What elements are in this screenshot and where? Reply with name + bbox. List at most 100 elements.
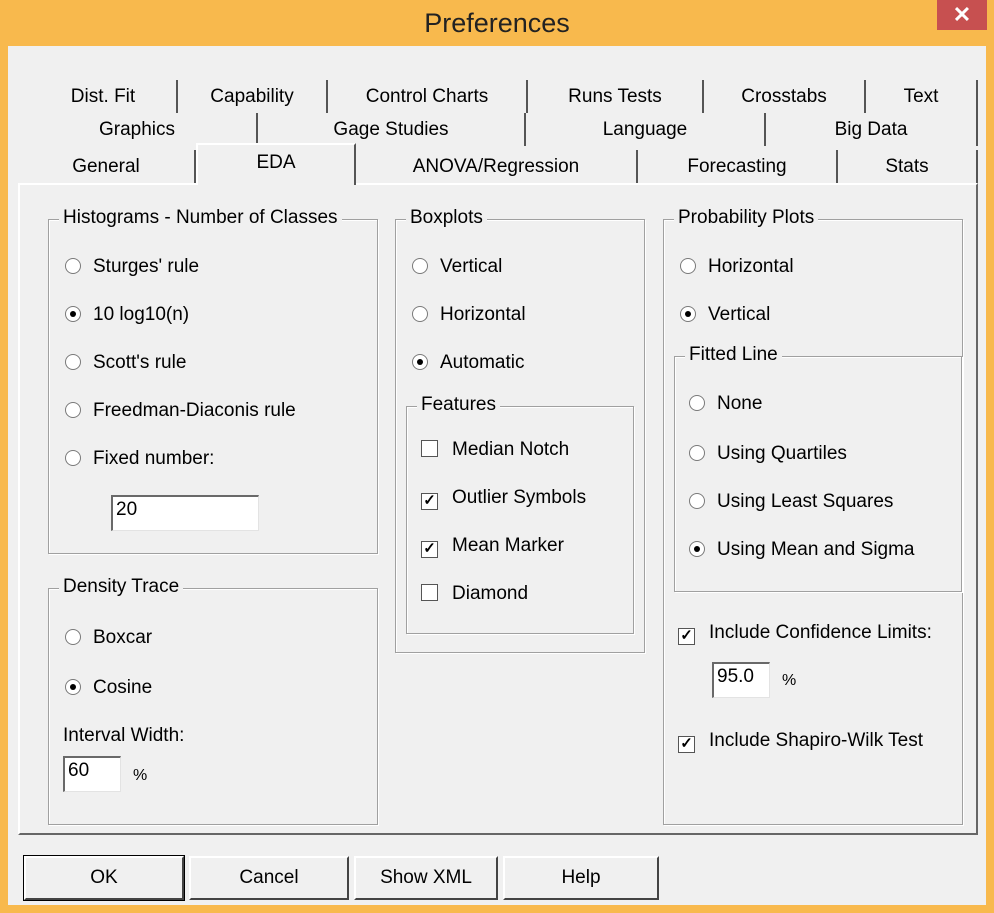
checkbox[interactable]: ✓ bbox=[421, 493, 438, 510]
check-outlier-symbols[interactable]: ✓ Outlier Symbols bbox=[421, 485, 586, 511]
checkbox[interactable]: ✓ bbox=[678, 736, 695, 753]
close-button[interactable]: ✕ bbox=[937, 0, 987, 30]
radio-scott[interactable]: Scott's rule bbox=[65, 350, 186, 376]
radio-fitted-least-squares[interactable]: Using Least Squares bbox=[689, 489, 893, 515]
radio-button[interactable] bbox=[689, 395, 705, 411]
radio-label: Horizontal bbox=[708, 256, 794, 277]
probability-plots-group: Probability Plots Horizontal Vertical Fi… bbox=[663, 207, 963, 825]
tab-gage-studies[interactable]: Gage Studies bbox=[258, 113, 526, 146]
radio-button[interactable] bbox=[65, 354, 81, 370]
tab-eda[interactable]: EDA bbox=[196, 143, 356, 185]
interval-width-label: Interval Width: bbox=[63, 725, 185, 746]
radio-button[interactable] bbox=[65, 450, 81, 466]
radio-label: Using Least Squares bbox=[717, 491, 894, 512]
tab-control: Dist. Fit Capability Control Charts Runs… bbox=[18, 74, 980, 835]
histograms-group: Histograms - Number of Classes Sturges' … bbox=[48, 207, 378, 554]
radio-boxplot-vertical[interactable]: Vertical bbox=[412, 254, 502, 280]
checkbox-label: Mean Marker bbox=[452, 535, 564, 556]
tab-capability[interactable]: Capability bbox=[178, 80, 328, 113]
radio-label: None bbox=[717, 393, 763, 414]
radio-fitted-mean-sigma[interactable]: Using Mean and Sigma bbox=[689, 537, 915, 563]
radio-fixed-number[interactable]: Fixed number: bbox=[65, 446, 214, 472]
radio-button[interactable] bbox=[689, 493, 705, 509]
tab-general[interactable]: General bbox=[18, 150, 196, 183]
probability-plots-legend: Probability Plots bbox=[674, 207, 819, 229]
radio-button[interactable] bbox=[65, 402, 81, 418]
tab-big-data[interactable]: Big Data bbox=[766, 113, 978, 146]
radio-button[interactable] bbox=[65, 306, 81, 322]
check-median-notch[interactable]: Median Notch bbox=[421, 437, 569, 463]
radio-label: Boxcar bbox=[93, 627, 153, 648]
radio-label: 10 log10(n) bbox=[93, 304, 190, 325]
eda-tab-panel: Histograms - Number of Classes Sturges' … bbox=[18, 183, 978, 835]
tab-stats[interactable]: Stats bbox=[838, 150, 978, 183]
interval-width-input[interactable]: 60 bbox=[63, 756, 121, 792]
check-confidence-limits[interactable]: ✓ Include Confidence Limits: bbox=[678, 620, 932, 646]
checkbox[interactable] bbox=[421, 440, 438, 457]
help-button[interactable]: Help bbox=[503, 856, 659, 900]
radio-freedman-diaconis[interactable]: Freedman-Diaconis rule bbox=[65, 398, 296, 424]
checkbox[interactable]: ✓ bbox=[678, 628, 695, 645]
fixed-number-input[interactable]: 20 bbox=[111, 495, 259, 531]
radio-label: Scott's rule bbox=[93, 352, 187, 373]
radio-button[interactable] bbox=[412, 258, 428, 274]
density-trace-legend: Density Trace bbox=[59, 576, 184, 598]
density-trace-group: Density Trace Boxcar Cosine Interval Wid… bbox=[48, 576, 378, 825]
radio-label: Vertical bbox=[440, 256, 503, 277]
radio-button[interactable] bbox=[65, 679, 81, 695]
radio-label: Automatic bbox=[440, 352, 525, 373]
tab-graphics[interactable]: Graphics bbox=[18, 113, 258, 146]
cancel-button[interactable]: Cancel bbox=[189, 856, 349, 900]
check-mean-marker[interactable]: ✓ Mean Marker bbox=[421, 533, 564, 559]
tab-language[interactable]: Language bbox=[526, 113, 766, 146]
boxplots-legend: Boxplots bbox=[406, 207, 487, 229]
checkbox-label: Include Shapiro-Wilk Test bbox=[709, 730, 924, 751]
radio-cosine[interactable]: Cosine bbox=[65, 675, 152, 701]
radio-button[interactable] bbox=[65, 258, 81, 274]
tab-text[interactable]: Text bbox=[866, 80, 978, 113]
check-diamond[interactable]: Diamond bbox=[421, 581, 528, 607]
radio-prob-horizontal[interactable]: Horizontal bbox=[680, 254, 794, 280]
features-legend: Features bbox=[417, 394, 500, 416]
radio-fitted-quartiles[interactable]: Using Quartiles bbox=[689, 441, 847, 467]
boxplots-group: Boxplots Vertical Horizontal Automatic F… bbox=[395, 207, 645, 653]
radio-label: Sturges' rule bbox=[93, 256, 200, 277]
radio-button[interactable] bbox=[680, 258, 696, 274]
tab-dist-fit[interactable]: Dist. Fit bbox=[30, 80, 178, 113]
radio-boxplot-horizontal[interactable]: Horizontal bbox=[412, 302, 526, 328]
radio-10log10[interactable]: 10 log10(n) bbox=[65, 302, 189, 328]
check-shapiro-wilk[interactable]: ✓ Include Shapiro-Wilk Test bbox=[678, 728, 923, 754]
window-frame bbox=[0, 46, 8, 913]
checkbox-label: Median Notch bbox=[452, 439, 570, 460]
radio-button[interactable] bbox=[412, 354, 428, 370]
checkbox[interactable]: ✓ bbox=[421, 541, 438, 558]
title-bar[interactable]: Preferences ✕ bbox=[0, 0, 994, 46]
radio-label: Fixed number: bbox=[93, 448, 215, 469]
tab-runs-tests[interactable]: Runs Tests bbox=[528, 80, 704, 113]
radio-fitted-none[interactable]: None bbox=[689, 391, 762, 417]
checkbox[interactable] bbox=[421, 584, 438, 601]
radio-button[interactable] bbox=[689, 445, 705, 461]
radio-boxcar[interactable]: Boxcar bbox=[65, 625, 152, 651]
radio-prob-vertical[interactable]: Vertical bbox=[680, 302, 770, 328]
fitted-line-group: Fitted Line None Using Quartiles Using L… bbox=[674, 344, 962, 592]
radio-button[interactable] bbox=[65, 629, 81, 645]
tab-anova-regression[interactable]: ANOVA/Regression bbox=[356, 150, 638, 183]
show-xml-button[interactable]: Show XML bbox=[354, 856, 498, 900]
radio-sturges[interactable]: Sturges' rule bbox=[65, 254, 199, 280]
confidence-level-input[interactable]: 95.0 bbox=[712, 662, 770, 698]
features-group: Features Median Notch ✓ Outlier Symbols ✓… bbox=[406, 394, 634, 634]
tab-control-charts[interactable]: Control Charts bbox=[328, 80, 528, 113]
radio-label: Horizontal bbox=[440, 304, 526, 325]
tab-crosstabs[interactable]: Crosstabs bbox=[704, 80, 866, 113]
tab-forecasting[interactable]: Forecasting bbox=[638, 150, 838, 183]
radio-button[interactable] bbox=[689, 541, 705, 557]
preferences-dialog: Preferences ✕ Dist. Fit Capability Contr… bbox=[0, 0, 994, 913]
radio-button[interactable] bbox=[412, 306, 428, 322]
radio-label: Using Mean and Sigma bbox=[717, 539, 915, 560]
radio-button[interactable] bbox=[680, 306, 696, 322]
ok-button[interactable]: OK bbox=[23, 855, 185, 901]
radio-boxplot-automatic[interactable]: Automatic bbox=[412, 350, 524, 376]
radio-label: Cosine bbox=[93, 677, 153, 698]
histograms-legend: Histograms - Number of Classes bbox=[59, 207, 342, 229]
